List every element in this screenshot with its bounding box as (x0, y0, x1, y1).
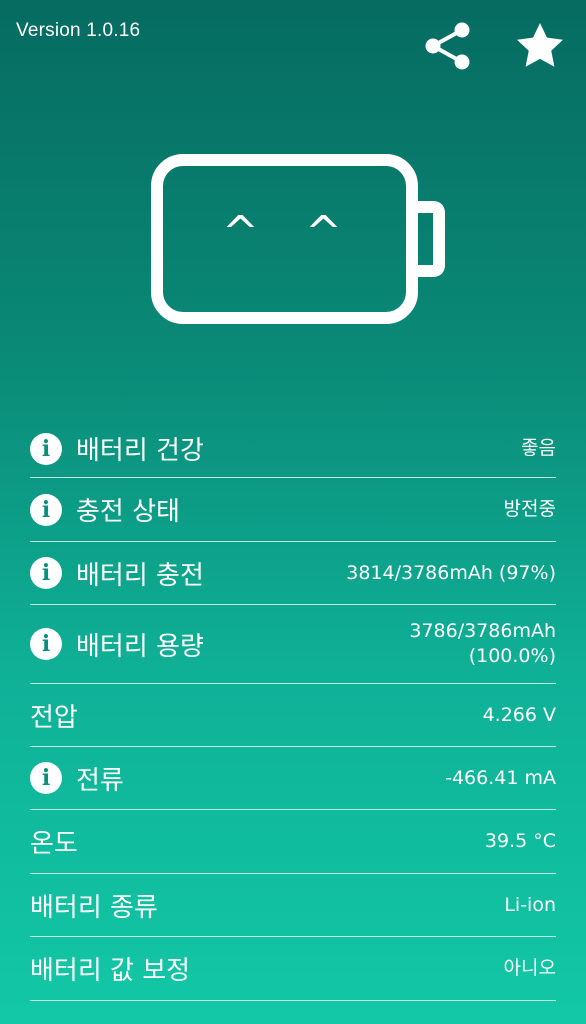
row-label: 배터리 종류 (30, 892, 158, 923)
row-value: Li-ion (504, 893, 556, 916)
row-label: 배터리 값 보정 (30, 956, 191, 986)
info-icon[interactable]: i (30, 762, 62, 794)
row-value: 좋음 (521, 437, 556, 460)
battery-illustration: ^ ^ (150, 153, 445, 325)
version-label: Version 1.0.16 (16, 20, 141, 41)
battery-left-eye: ^ (222, 207, 259, 258)
row-value: 3814/3786mAh (97%) (346, 561, 556, 584)
row-label: 배터리 용량 (76, 631, 204, 662)
battery-calibration-row[interactable]: 배터리 값 보정 아니오 (30, 937, 556, 1001)
row-value: 3786/3786mAh (100.0%) (409, 619, 556, 668)
battery-type-row: 배터리 종류 Li-ion (30, 874, 556, 937)
info-icon[interactable]: i (30, 493, 62, 526)
star-icon (517, 23, 563, 67)
row-label: 배터리 충전 (76, 560, 204, 591)
info-icon[interactable]: i (30, 432, 62, 465)
row-label: 전류 (76, 765, 124, 796)
current-row[interactable]: i 전류 -466.41 mA (30, 747, 556, 810)
share-button[interactable] (420, 18, 476, 74)
row-value: 4.266 V (482, 703, 556, 726)
share-icon (425, 22, 470, 70)
voltage-row: 전압 4.266 V (30, 684, 556, 747)
row-value-line1: 3786/3786mAh (409, 620, 556, 643)
row-label: 전압 (30, 702, 78, 733)
row-value: 아니오 (503, 957, 556, 980)
row-value: 방전중 (503, 498, 556, 521)
info-icon[interactable]: i (30, 628, 62, 660)
info-icon[interactable]: i (30, 557, 62, 589)
battery-capacity-row[interactable]: i 배터리 용량 3786/3786mAh (100.0%) (30, 605, 556, 684)
row-label: 배터리 건강 (76, 436, 204, 466)
charging-status-row[interactable]: i 충전 상태 방전중 (30, 478, 556, 542)
battery-health-row[interactable]: i 배터리 건강 좋음 (30, 420, 556, 478)
favorite-button[interactable] (512, 18, 568, 74)
battery-charge-row[interactable]: i 배터리 충전 3814/3786mAh (97%) (30, 542, 556, 605)
row-label: 온도 (30, 829, 78, 859)
row-value-line2: (100.0%) (468, 645, 556, 667)
temperature-row: 온도 39.5 °C (30, 810, 556, 874)
battery-info-list: i 배터리 건강 좋음 i 충전 상태 방전중 i 배터리 충전 3814/37… (30, 420, 556, 1001)
row-label: 충전 상태 (76, 497, 180, 527)
row-value: 39.5 °C (484, 830, 556, 853)
battery-right-eye: ^ (305, 207, 342, 258)
battery-face: ^ ^ (150, 153, 445, 325)
row-value: -466.41 mA (445, 766, 556, 789)
